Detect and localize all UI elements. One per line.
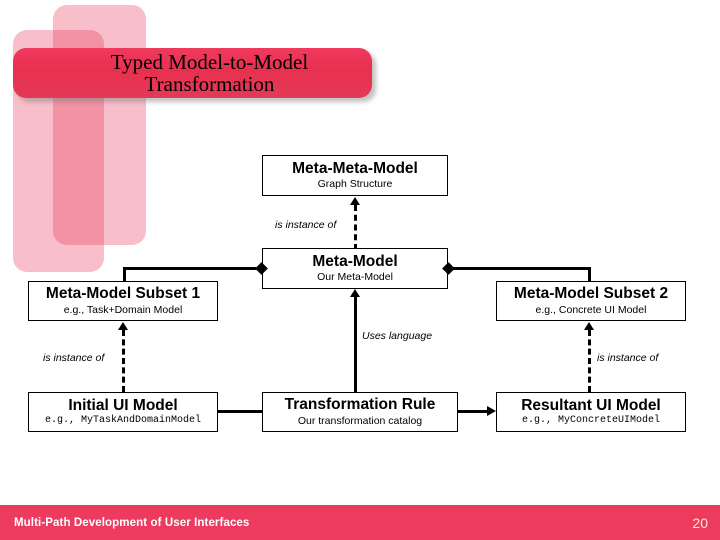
arrowhead-to-meta-meta-model — [350, 197, 360, 205]
edge-label-uses-language: Uses language — [361, 330, 434, 342]
node-transformation-rule[interactable]: Transformation Rule Our transformation c… — [262, 392, 458, 432]
edge-meta-model-to-meta-meta-model — [354, 205, 357, 250]
slide-canvas: Typed Model-to-Model Transformation is i… — [0, 0, 720, 540]
edge-meta-model-to-subset-1-horizontal — [123, 267, 261, 270]
footer-title: Multi-Path Development of User Interface… — [14, 516, 250, 529]
node-subtitle: e.g., Concrete UI Model — [535, 303, 647, 316]
node-title: Meta-Model Subset 2 — [513, 285, 669, 303]
edge-label-instance-of-left: is instance of — [42, 352, 106, 364]
edge-initial-ui-model-to-transformation-rule — [217, 410, 263, 413]
node-title: Meta-Model — [312, 252, 398, 270]
arrowhead-to-meta-model — [350, 289, 360, 297]
node-resultant-ui-model[interactable]: Resultant UI Model e.g., MyConcreteUIMod… — [496, 392, 686, 432]
edge-label-instance-of-top: is instance of — [274, 219, 338, 231]
node-meta-model[interactable]: Meta-Model Our Meta-Model — [262, 248, 448, 289]
node-title: Meta-Model Subset 1 — [45, 285, 201, 303]
node-subtitle: e.g., MyTaskAndDomainModel — [44, 414, 202, 426]
node-meta-model-subset-2[interactable]: Meta-Model Subset 2 e.g., Concrete UI Mo… — [496, 281, 686, 321]
edge-transformation-rule-to-meta-model — [354, 297, 357, 392]
node-initial-ui-model[interactable]: Initial UI Model e.g., MyTaskAndDomainMo… — [28, 392, 218, 432]
edge-meta-model-to-subset-2-horizontal — [450, 267, 591, 270]
arrowhead-to-subset-2 — [584, 322, 594, 330]
slide-title-line-1: Typed Model-to-Model — [110, 49, 309, 74]
slide-title-banner: Typed Model-to-Model Transformation — [13, 48, 372, 98]
slide-title-line-2: Transformation — [144, 72, 275, 96]
edge-resultant-ui-model-to-subset-2 — [588, 330, 591, 392]
footer-page-number: 20 — [692, 514, 708, 531]
decorative-rectangle-right — [53, 5, 146, 245]
edge-label-instance-of-right: is instance of — [596, 352, 660, 364]
node-meta-meta-model[interactable]: Meta-Meta-Model Graph Structure — [262, 155, 448, 196]
node-subtitle: Our transformation catalog — [297, 414, 423, 427]
slide-title: Typed Model-to-Model Transformation — [77, 51, 308, 96]
arrowhead-to-subset-1 — [118, 322, 128, 330]
edge-initial-ui-model-to-subset-1 — [122, 330, 125, 392]
slide-footer: Multi-Path Development of User Interface… — [0, 505, 720, 540]
node-title: Initial UI Model — [68, 396, 178, 414]
node-meta-model-subset-1[interactable]: Meta-Model Subset 1 e.g., Task+Domain Mo… — [28, 281, 218, 321]
node-subtitle: e.g., MyConcreteUIModel — [521, 414, 661, 426]
edge-transformation-rule-to-resultant-ui-model — [457, 410, 489, 413]
arrowhead-to-resultant-ui-model — [487, 406, 496, 416]
node-title: Meta-Meta-Model — [292, 159, 418, 177]
node-subtitle: Our Meta-Model — [317, 271, 393, 284]
node-title: Resultant UI Model — [521, 396, 661, 414]
node-subtitle: Graph Structure — [317, 178, 393, 191]
node-subtitle: e.g., Task+Domain Model — [63, 303, 183, 316]
node-title: Transformation Rule — [284, 396, 436, 414]
